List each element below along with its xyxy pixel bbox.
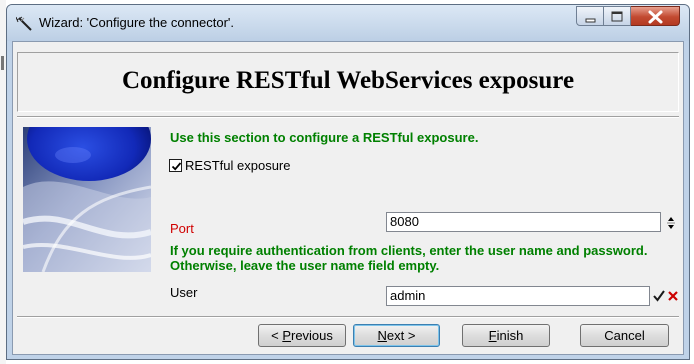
restful-exposure-label[interactable]: RESTful exposure <box>185 158 291 173</box>
previous-prefix: < <box>271 328 283 343</box>
page-title: Configure RESTful WebServices exposure <box>121 67 575 94</box>
previous-mnemonic: P <box>282 328 291 343</box>
next-button[interactable]: Next > <box>353 324 440 347</box>
finish-mnemonic: F <box>488 328 497 343</box>
next-mnemonic: N <box>377 328 387 343</box>
window-title: Wizard: 'Configure the connector'. <box>39 15 234 30</box>
wizard-window: Wizard: 'Configure the connector'. Confi… <box>6 4 690 360</box>
user-label: User <box>170 285 198 300</box>
spinner-arrows-icon <box>667 217 675 229</box>
screen: Wizard: 'Configure the connector'. Confi… <box>0 0 694 364</box>
minimize-button[interactable] <box>576 6 604 26</box>
authentication-hint: If you require authentication from clien… <box>170 243 648 273</box>
title-bar[interactable]: Wizard: 'Configure the connector'. <box>7 5 689 41</box>
cancel-button[interactable]: Cancel <box>580 324 669 347</box>
wizard-body: Configure RESTful WebServices exposure U… <box>12 41 684 355</box>
accept-checkmark-icon[interactable] <box>652 289 666 303</box>
header-panel: Configure RESTful WebServices exposure <box>17 52 679 112</box>
port-spinner[interactable] <box>665 214 677 232</box>
next-label: ext > <box>386 328 416 343</box>
decorative-globe-image <box>23 127 151 272</box>
wizard-content: Configure RESTful WebServices exposure U… <box>13 42 683 354</box>
finish-button[interactable]: Finish <box>462 324 550 347</box>
previous-button[interactable]: < Previous <box>258 324 346 347</box>
wizard-wand-icon <box>16 16 32 31</box>
close-icon <box>648 10 663 24</box>
port-label: Port <box>170 221 194 236</box>
minimize-icon <box>585 18 596 23</box>
reject-x-icon[interactable] <box>666 289 680 303</box>
maximize-icon <box>611 11 623 22</box>
intro-text: Use this section to configure a RESTful … <box>170 130 479 145</box>
restful-exposure-checkbox[interactable] <box>169 159 182 172</box>
port-input[interactable]: 8080 <box>386 212 661 232</box>
user-input[interactable]: admin <box>386 286 650 306</box>
checkmark-icon <box>171 162 182 171</box>
header-divider <box>17 116 679 118</box>
close-button[interactable] <box>631 6 680 26</box>
footer-divider <box>17 316 679 318</box>
finish-label: inish <box>496 328 524 343</box>
maximize-button[interactable] <box>604 6 631 26</box>
previous-label: revious <box>290 328 333 343</box>
background-edge-mark <box>1 56 4 70</box>
